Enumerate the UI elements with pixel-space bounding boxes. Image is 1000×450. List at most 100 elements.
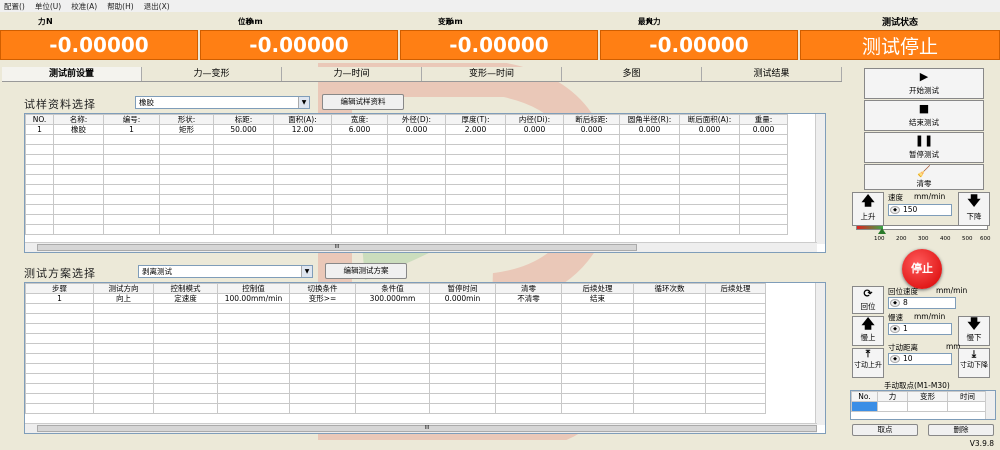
table-cell[interactable]	[679, 164, 740, 175]
plan-select[interactable]: 剥离测试 ▼	[138, 265, 313, 278]
table-row[interactable]	[25, 144, 788, 155]
table-cell[interactable]	[445, 144, 506, 155]
table-cell[interactable]	[561, 383, 634, 394]
manual-cell[interactable]	[947, 401, 988, 412]
table-cell[interactable]	[25, 333, 94, 344]
table-cell[interactable]	[387, 214, 446, 225]
table-cell[interactable]	[25, 174, 54, 185]
table-cell[interactable]	[103, 214, 160, 225]
table-cell[interactable]	[25, 393, 94, 404]
table-cell[interactable]	[633, 393, 706, 404]
end-test-button[interactable]: ■ 结束测试	[864, 100, 984, 131]
table-cell[interactable]	[633, 383, 706, 394]
table-cell[interactable]	[739, 204, 788, 215]
table-cell[interactable]	[25, 164, 54, 175]
table-row[interactable]	[25, 333, 766, 344]
table-cell[interactable]	[213, 164, 274, 175]
table-cell[interactable]	[159, 174, 214, 185]
table-cell[interactable]	[53, 204, 104, 215]
table-cell[interactable]	[633, 323, 706, 334]
tab-deformation-time[interactable]: 变形—时间	[422, 67, 562, 81]
table-cell[interactable]	[159, 164, 214, 175]
table-cell[interactable]	[619, 214, 680, 225]
table-cell[interactable]: 矩形	[159, 124, 214, 135]
tab-force-time[interactable]: 力—时间	[282, 67, 422, 81]
table-cell[interactable]	[429, 353, 496, 364]
table-cell[interactable]	[679, 224, 740, 235]
table-cell[interactable]	[495, 403, 562, 414]
edit-specimen-button[interactable]: 编辑试样资料	[322, 94, 404, 110]
table-cell[interactable]	[217, 303, 290, 314]
table-cell[interactable]	[25, 184, 54, 195]
table-cell[interactable]	[561, 403, 634, 414]
specimen-vscroll[interactable]	[815, 114, 825, 244]
table-cell[interactable]	[217, 383, 290, 394]
table-cell[interactable]	[213, 134, 274, 145]
table-cell[interactable]	[505, 184, 564, 195]
table-cell[interactable]	[633, 333, 706, 344]
table-cell[interactable]: 0.000	[619, 124, 680, 135]
table-cell[interactable]	[153, 363, 218, 374]
table-cell[interactable]: 0.000	[387, 124, 446, 135]
table-cell[interactable]	[387, 154, 446, 165]
table-cell[interactable]	[705, 363, 766, 374]
table-cell[interactable]	[563, 144, 620, 155]
table-row[interactable]	[25, 204, 788, 215]
table-row[interactable]	[25, 363, 766, 374]
specimen-select[interactable]: 橡胶 ▼	[135, 96, 310, 109]
table-cell[interactable]	[273, 204, 332, 215]
table-cell[interactable]	[633, 353, 706, 364]
table-cell[interactable]	[103, 144, 160, 155]
table-row[interactable]	[25, 194, 788, 205]
table-cell[interactable]	[273, 134, 332, 145]
table-cell[interactable]	[445, 184, 506, 195]
table-cell[interactable]	[25, 154, 54, 165]
menu-help[interactable]: 帮助(H)	[107, 1, 134, 12]
table-cell[interactable]	[387, 174, 446, 185]
table-cell[interactable]	[153, 303, 218, 314]
table-cell[interactable]	[505, 174, 564, 185]
table-cell[interactable]	[93, 333, 154, 344]
table-cell[interactable]	[561, 373, 634, 384]
table-cell[interactable]	[739, 194, 788, 205]
table-cell[interactable]	[679, 174, 740, 185]
table-cell[interactable]	[705, 393, 766, 404]
table-row[interactable]	[25, 303, 766, 314]
table-cell[interactable]	[25, 224, 54, 235]
table-cell[interactable]	[153, 353, 218, 364]
table-cell[interactable]	[619, 184, 680, 195]
table-cell[interactable]	[739, 154, 788, 165]
table-cell[interactable]	[289, 313, 356, 324]
table-cell[interactable]	[289, 363, 356, 374]
table-cell[interactable]	[213, 224, 274, 235]
start-test-button[interactable]: ▶ 开始测试	[864, 68, 984, 99]
menu-config[interactable]: 配置()	[4, 1, 25, 12]
table-cell[interactable]	[563, 194, 620, 205]
table-cell[interactable]	[679, 134, 740, 145]
table-cell[interactable]	[355, 363, 430, 374]
table-cell[interactable]	[217, 353, 290, 364]
table-cell[interactable]	[289, 333, 356, 344]
table-row[interactable]	[25, 184, 788, 195]
table-cell[interactable]	[563, 204, 620, 215]
table-cell[interactable]	[25, 363, 94, 374]
table-row[interactable]	[25, 154, 788, 165]
table-cell[interactable]	[705, 313, 766, 324]
table-cell[interactable]	[355, 323, 430, 334]
table-cell[interactable]: 100.00mm/min	[217, 293, 290, 304]
table-cell[interactable]	[213, 204, 274, 215]
menu-unit[interactable]: 单位(U)	[35, 1, 61, 12]
table-row[interactable]	[25, 313, 766, 324]
table-cell[interactable]	[103, 184, 160, 195]
table-cell[interactable]	[217, 333, 290, 344]
table-cell[interactable]: 不清零	[495, 293, 562, 304]
plan-hscroll[interactable]: III	[25, 423, 817, 433]
table-cell[interactable]	[505, 204, 564, 215]
table-cell[interactable]	[429, 343, 496, 354]
table-cell[interactable]: 0.000min	[429, 293, 496, 304]
table-cell[interactable]	[159, 194, 214, 205]
table-cell[interactable]	[705, 353, 766, 364]
table-cell[interactable]	[53, 154, 104, 165]
table-cell[interactable]	[53, 164, 104, 175]
return-button[interactable]: ⟳ 回位	[852, 286, 884, 314]
